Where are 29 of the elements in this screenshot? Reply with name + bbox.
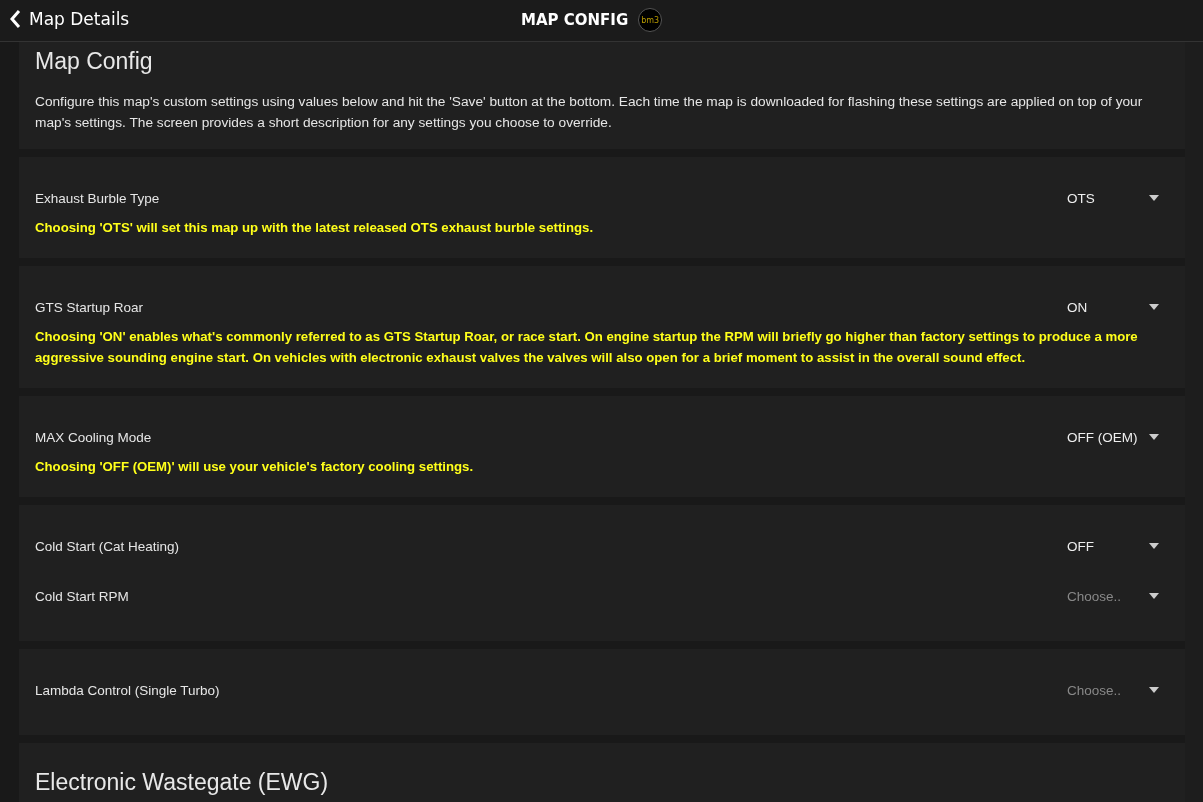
setting-note: Choosing 'OTS' will set this map up with the latest released OTS exhaust burble settings. (35, 219, 595, 237)
section-title: Map Config (35, 48, 154, 75)
setting-dropdown[interactable]: OFF (1067, 538, 1159, 554)
setting-dropdown[interactable]: Choose.. (1067, 682, 1159, 698)
page-title: MAP CONFIG (521, 11, 629, 29)
setting-dropdown[interactable]: OTS (1067, 190, 1159, 206)
logo-badge: bm3 (638, 8, 663, 32)
setting-label: Exhaust Burble Type (35, 190, 160, 206)
setting-dropdown[interactable]: ON (1067, 299, 1159, 315)
setting-label: Cold Start (Cat Heating) (35, 538, 180, 554)
setting-label: MAX Cooling Mode (35, 429, 152, 445)
setting-dropdown[interactable]: OFF (OEM) (1067, 429, 1159, 445)
setting-label: Lambda Control (Single Turbo) (35, 682, 220, 698)
caret-icon (1149, 434, 1159, 440)
caret-icon (1149, 195, 1159, 201)
caret-icon (1149, 304, 1159, 310)
setting-note: Choosing 'OFF (OEM)' will use your vehicle's factory cooling settings. (35, 458, 475, 476)
description-text: Configure this map's custom settings using values below and hit the 'Save' button at the bottom. Each time the map is downloaded for flashing these settings are applied on top of your map's settings. The screen provides a short description for any settings you choose to override. (35, 93, 1144, 132)
back-button[interactable]: Map Details (0, 8, 130, 29)
caret-icon (1149, 687, 1159, 693)
section-title: Electronic Wastegate (EWG) (35, 769, 330, 796)
setting-note: Choosing 'ON' enables what's commonly referred to as GTS Startup Roar, or race start. On engine startup the RPM will briefly go higher than factory settings to produce a more aggressive sounding engine start. On vehicles with electronic exhaust valves the valves will also open for a brief moment to assist in the overall sound effect. (35, 328, 1139, 367)
caret-icon (1149, 543, 1159, 549)
caret-icon (1149, 593, 1159, 599)
chevron-left-icon (9, 8, 21, 29)
setting-label: GTS Startup Roar (35, 299, 144, 315)
scrollbar-track[interactable] (1185, 42, 1203, 802)
setting-dropdown[interactable]: Choose.. (1067, 588, 1159, 604)
setting-label: Cold Start RPM (35, 588, 129, 604)
